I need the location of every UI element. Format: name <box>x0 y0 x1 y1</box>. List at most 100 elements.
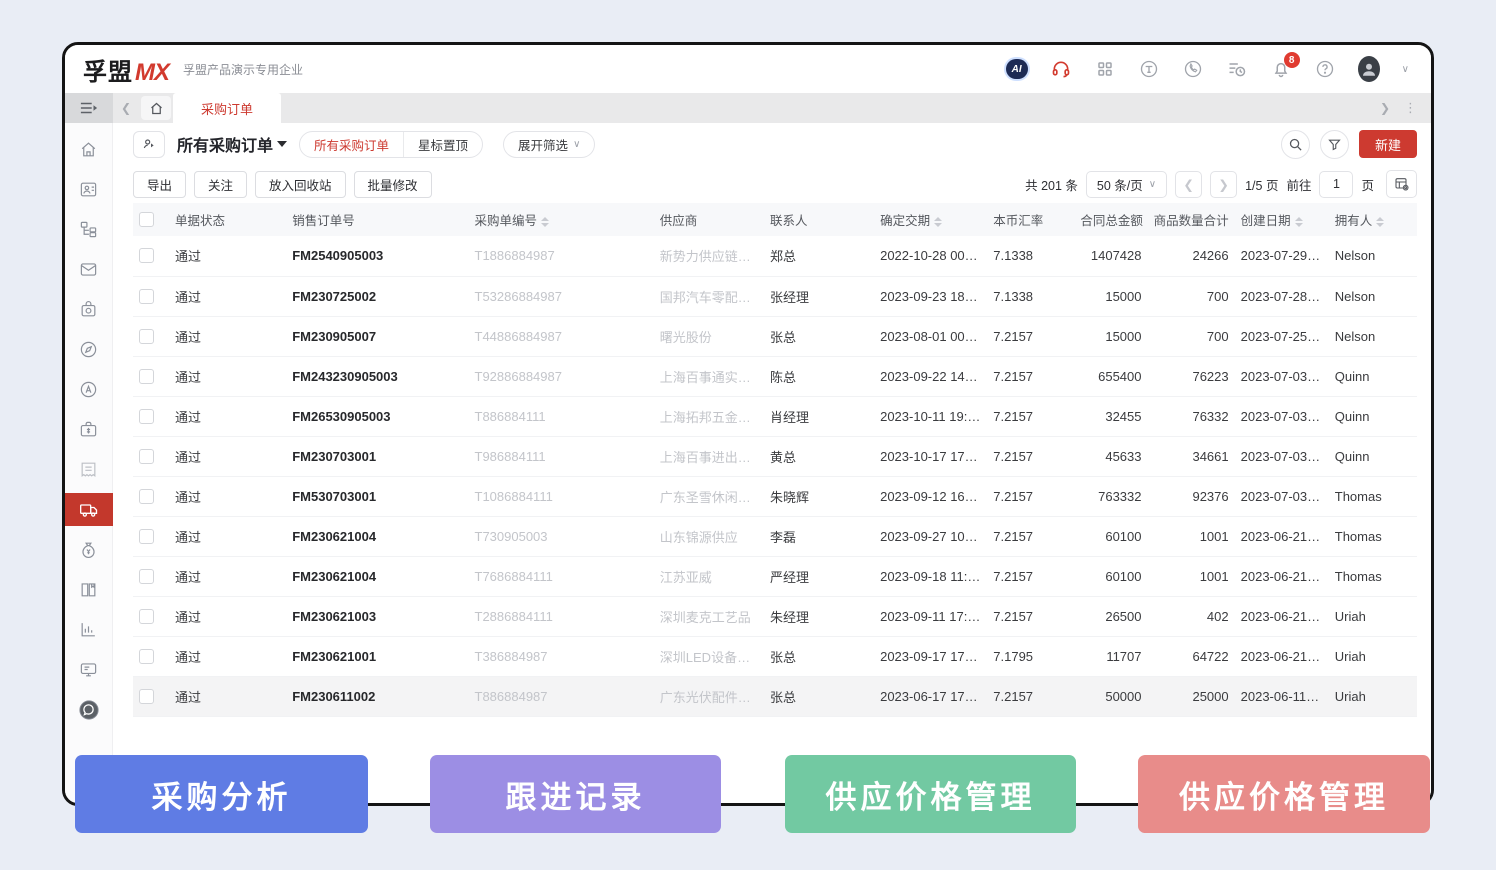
sidebar-circle-a-icon[interactable] <box>65 373 113 406</box>
table-row[interactable]: 通过FM230621004T730905003山东锦源供应李磊2023-09-2… <box>133 516 1417 556</box>
table-row[interactable]: 通过FM230905007T44886884987曙光股份张总2023-08-0… <box>133 316 1417 356</box>
sidebar-whatsapp-icon[interactable] <box>65 693 113 726</box>
table-row[interactable]: 通过FM230621004T7686884111江苏亚威严经理2023-09-1… <box>133 556 1417 596</box>
sidebar-monitor-icon[interactable] <box>65 653 113 686</box>
recycle-bin-button[interactable]: 放入回收站 <box>255 171 346 198</box>
headset-support-icon[interactable] <box>1050 58 1072 80</box>
cell-po_no: T53286884987 <box>469 276 654 316</box>
column-header-owner[interactable]: 拥有人 <box>1329 203 1417 236</box>
sort-icon[interactable] <box>934 217 942 227</box>
view-switch-icon[interactable] <box>133 131 165 158</box>
row-checkbox[interactable] <box>139 649 154 664</box>
total-count: 共 201 条 <box>1025 175 1078 194</box>
purchase-analysis-button[interactable]: 采购分析 <box>75 755 368 833</box>
apps-grid-icon[interactable] <box>1094 58 1116 80</box>
row-checkbox[interactable] <box>139 569 154 584</box>
table-row[interactable]: 通过FM243230905003T92886884987上海百事通实业有...陈… <box>133 356 1417 396</box>
table-row[interactable]: 通过FM2540905003T1886884987新势力供应链公司郑总2022-… <box>133 236 1417 276</box>
table-row[interactable]: 通过FM230703001T986884111上海百事进出口有...黄总2023… <box>133 436 1417 476</box>
cell-delivery: 2023-09-27 10:00 <box>874 516 987 556</box>
table-body: 通过FM2540905003T1886884987新势力供应链公司郑总2022-… <box>133 236 1417 716</box>
row-checkbox[interactable] <box>139 248 154 263</box>
table-row[interactable]: 通过FM230621001T386884987深圳LED设备有限...张总202… <box>133 636 1417 676</box>
sidebar-compass-icon[interactable] <box>65 333 113 366</box>
column-header-delivery[interactable]: 确定交期 <box>874 203 987 236</box>
cell-po_no: T986884111 <box>469 436 654 476</box>
sort-icon[interactable] <box>1295 217 1303 227</box>
row-checkbox[interactable] <box>139 289 154 304</box>
cell-amount: 32455 <box>1074 396 1147 436</box>
row-checkbox[interactable] <box>139 329 154 344</box>
sidebar-product-bag-icon[interactable] <box>65 293 113 326</box>
translate-icon[interactable] <box>1138 58 1160 80</box>
table-row[interactable]: 通过FM530703001T1086884111广东圣雪休闲用品...朱晓辉20… <box>133 476 1417 516</box>
next-page-button[interactable]: ❯ <box>1210 171 1237 198</box>
history-icon[interactable] <box>1226 58 1248 80</box>
row-checkbox[interactable] <box>139 489 154 504</box>
table-row[interactable]: 通过FM26530905003T886884111上海拓邦五金配件...肖经理2… <box>133 396 1417 436</box>
sort-icon[interactable] <box>1376 217 1384 227</box>
cell-created: 2023-06-11 17:... <box>1235 676 1329 716</box>
sidebar-mail-icon[interactable] <box>65 253 113 286</box>
sidebar-org-structure-icon[interactable] <box>65 213 113 246</box>
sidebar-briefcase-finance-icon[interactable] <box>65 413 113 446</box>
table-row[interactable]: 通过FM230621003T2886884111深圳麦克工艺品朱经理2023-0… <box>133 596 1417 636</box>
column-header-sales_no: 销售订单号 <box>286 203 468 236</box>
row-checkbox[interactable] <box>139 449 154 464</box>
cell-supplier: 曙光股份 <box>654 316 764 356</box>
page-size-select[interactable]: 50 条/页∨ <box>1086 171 1167 198</box>
search-icon[interactable] <box>1281 130 1310 159</box>
cell-created: 2023-06-21 14:... <box>1235 516 1329 556</box>
notification-bell-icon[interactable]: 8 <box>1270 58 1292 80</box>
new-button[interactable]: 新建 <box>1359 130 1417 158</box>
sidebar-home-icon[interactable] <box>65 133 113 166</box>
sidebar-contacts-icon[interactable] <box>65 173 113 206</box>
cell-created: 2023-07-03 12:... <box>1235 396 1329 436</box>
sidebar-bar-chart-icon[interactable] <box>65 613 113 646</box>
avatar[interactable] <box>1358 58 1380 80</box>
row-checkbox[interactable] <box>139 409 154 424</box>
filter-all-purchase-orders[interactable]: 所有采购订单 <box>300 132 403 157</box>
sort-icon[interactable] <box>541 217 549 227</box>
tab-scroll-left-icon[interactable]: ❮ <box>113 93 139 123</box>
home-tab[interactable] <box>139 93 173 123</box>
cell-po_no: T386884987 <box>469 636 654 676</box>
follow-up-records-button[interactable]: 跟进记录 <box>430 755 721 833</box>
sidebar-invoice-icon[interactable] <box>65 453 113 486</box>
ai-assistant-icon[interactable]: AI <box>1006 58 1028 80</box>
table-row[interactable]: 通过FM230611002T886884987广东光伏配件有限...张总2023… <box>133 676 1417 716</box>
supply-price-management-button[interactable]: 供应价格管理 <box>785 755 1076 833</box>
filter-starred-top[interactable]: 星标置顶 <box>403 132 482 157</box>
funnel-filter-icon[interactable] <box>1320 130 1349 159</box>
column-header-po_no[interactable]: 采购单编号 <box>469 203 654 236</box>
column-header-supplier: 供应商 <box>654 203 764 236</box>
row-checkbox[interactable] <box>139 369 154 384</box>
filter-bar: 所有采购订单 所有采购订单 星标置顶 展开筛选∨ 新建 <box>113 123 1434 165</box>
tab-more-icon[interactable]: ⋮ <box>1404 100 1417 116</box>
view-title-dropdown[interactable]: 所有采购订单 <box>177 132 287 156</box>
row-checkbox[interactable] <box>139 689 154 704</box>
tab-purchase-orders[interactable]: 采购订单 <box>173 93 281 123</box>
goto-page-input[interactable] <box>1319 171 1353 198</box>
collapse-menu-icon[interactable] <box>65 93 113 123</box>
row-checkbox[interactable] <box>139 529 154 544</box>
help-icon[interactable] <box>1314 58 1336 80</box>
column-settings-icon[interactable] <box>1386 170 1417 198</box>
prev-page-button[interactable]: ❮ <box>1175 171 1202 198</box>
profile-chevron-icon[interactable]: ∨ <box>1402 64 1409 75</box>
sidebar-truck-procurement-icon[interactable] <box>65 493 113 526</box>
follow-button[interactable]: 关注 <box>194 171 247 198</box>
expand-filter-button[interactable]: 展开筛选∨ <box>503 131 595 158</box>
row-checkbox[interactable] <box>139 609 154 624</box>
table-row[interactable]: 通过FM230725002T53286884987国邦汽车零配件有...张经理2… <box>133 276 1417 316</box>
column-header-created[interactable]: 创建日期 <box>1235 203 1329 236</box>
select-all-checkbox[interactable] <box>139 212 154 227</box>
sidebar-money-bag-icon[interactable] <box>65 533 113 566</box>
phone-chat-icon[interactable] <box>1182 58 1204 80</box>
batch-edit-button[interactable]: 批量修改 <box>354 171 432 198</box>
tab-scroll-right-icon[interactable]: ❯ <box>1380 101 1390 115</box>
sidebar-ledger-book-icon[interactable] <box>65 573 113 606</box>
cell-supplier: 广东圣雪休闲用品... <box>654 476 764 516</box>
export-button[interactable]: 导出 <box>133 171 186 198</box>
supply-price-management-button-2[interactable]: 供应价格管理 <box>1138 755 1430 833</box>
